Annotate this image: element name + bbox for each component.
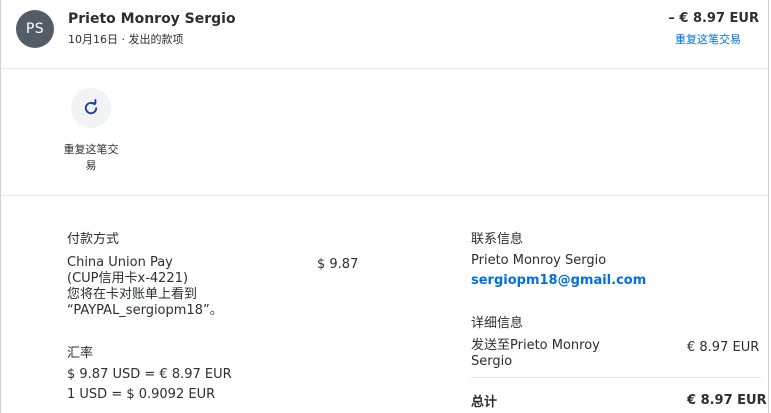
transaction-header: PS Prieto Monroy Sergio 10月16日 · 发出的款项 –… [1,0,768,69]
details-line: Sergio [471,354,513,369]
contact-email-link[interactable]: sergiopm18@gmail.com [471,273,646,288]
transaction-date-type: 10月16日 · 发出的款项 [68,33,184,46]
refresh-icon [84,99,98,115]
transaction-details-page: PS Prieto Monroy Sergio 10月16日 · 发出的款项 –… [0,0,769,413]
repeat-button-label: 重复这笔交易 [63,143,119,172]
exchange-rate-line: $ 9.87 USD = € 8.97 EUR [67,367,232,382]
details-title: 详细信息 [471,316,524,331]
details-divider [471,377,761,378]
avatar: PS [16,10,54,48]
details-amount: € 8.97 EUR [687,340,760,355]
payment-line: 您将在卡对账单上看到 [67,287,198,302]
total-label: 总计 [471,395,498,410]
payment-method-description: China Union Pay (CUP信用卡x-4221) 您将在卡对账单上看… [67,255,267,319]
repeat-transaction-link[interactable]: 重复这笔交易 [675,31,741,47]
details-line: 发送至Prieto Monroy [471,338,600,353]
repeat-transaction-button[interactable]: 重复这笔交易 [61,88,121,174]
details-description: 发送至Prieto Monroy Sergio [471,338,661,370]
repeat-button-circle[interactable] [71,88,111,128]
payment-amount: $ 9.87 [317,257,359,272]
counterparty-name: Prieto Monroy Sergio [68,11,236,27]
total-amount: € 8.97 EUR [687,393,767,408]
exchange-rate-line: 1 USD = $ 0.9092 EUR [67,387,216,402]
contact-info-title: 联系信息 [471,232,524,247]
payment-method-title: 付款方式 [67,232,120,247]
details-section: 付款方式 China Union Pay (CUP信用卡x-4221) 您将在卡… [1,196,768,413]
payment-line: (CUP信用卡x-4221) [67,271,189,286]
payment-line: “PAYPAL_sergiopm18”。 [67,303,223,318]
exchange-rate-title: 汇率 [67,346,94,361]
action-row: 重复这笔交易 [1,69,768,196]
contact-name: Prieto Monroy Sergio [471,253,607,268]
payment-line: China Union Pay [67,255,173,270]
transaction-amount: – € 8.97 EUR [668,11,759,26]
